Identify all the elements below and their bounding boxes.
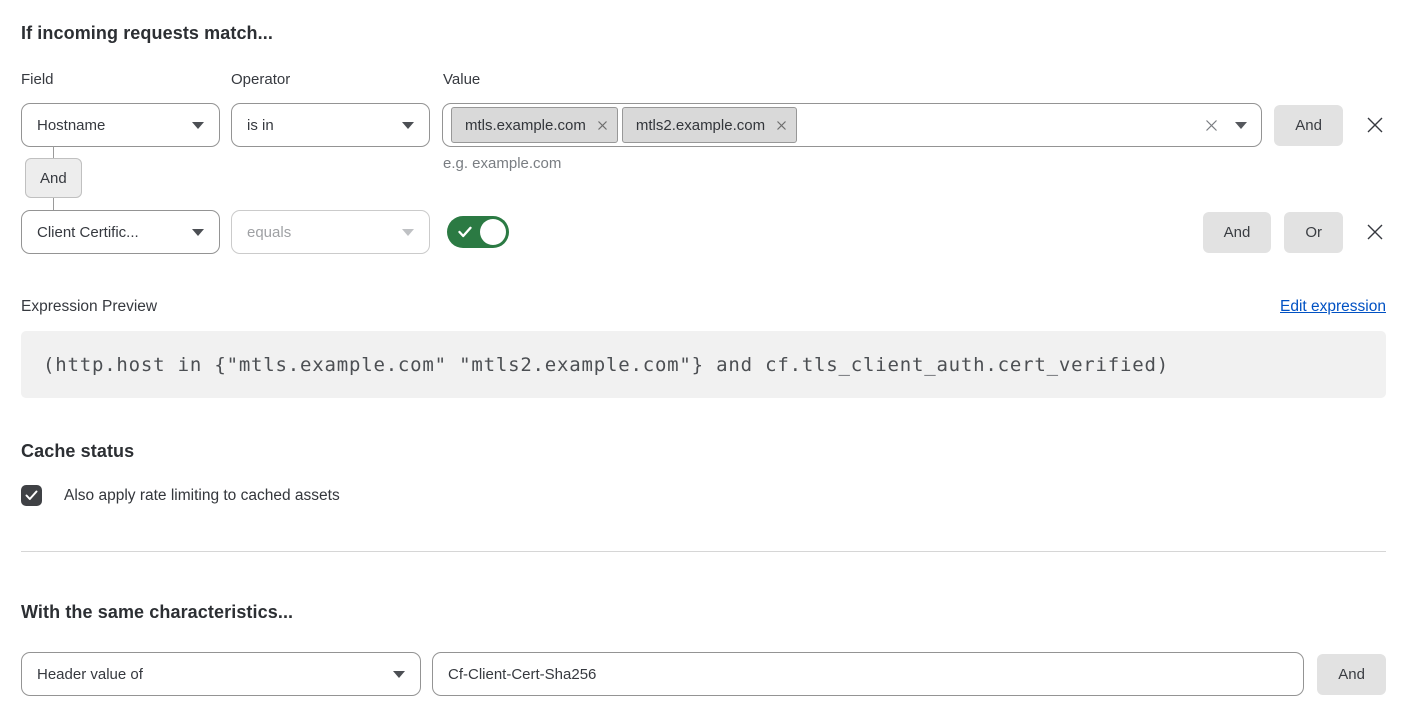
operator-select-1-value: is in (247, 117, 274, 134)
section-divider (21, 551, 1386, 552)
or-condition-button-2[interactable]: Or (1284, 212, 1343, 253)
condition-row-1: Hostname is in mtls.example.com mtls2.ex… (21, 103, 1386, 147)
value-tag-label: mtls2.example.com (636, 117, 765, 134)
cache-status-heading: Cache status (21, 441, 1386, 462)
remove-tag-icon[interactable] (597, 120, 608, 131)
value-tag: mtls2.example.com (622, 107, 797, 143)
cert-verified-toggle[interactable] (447, 216, 509, 248)
value-column-label: Value (443, 71, 1386, 88)
remove-condition-button-1[interactable] (1364, 114, 1386, 136)
expression-preview-header: Expression Preview Edit expression (21, 298, 1386, 316)
field-column-label: Field (21, 71, 231, 88)
characteristics-heading: With the same characteristics... (21, 602, 1386, 623)
add-characteristic-button[interactable]: And (1317, 654, 1386, 695)
cached-assets-checkbox-label: Also apply rate limiting to cached asset… (64, 487, 340, 505)
value-tag-label: mtls.example.com (465, 117, 586, 134)
connector-zone: And e.g. example.com (21, 147, 1386, 210)
expression-preview-label: Expression Preview (21, 298, 157, 316)
chevron-down-icon (393, 671, 405, 678)
builder-column-labels: Field Operator Value (21, 71, 1386, 88)
check-icon (25, 490, 38, 501)
condition-row-2: Client Certific... equals And Or (21, 210, 1386, 254)
clear-values-icon[interactable] (1204, 118, 1219, 133)
and-condition-button-2[interactable]: And (1203, 212, 1272, 253)
chevron-down-icon (402, 229, 414, 236)
characteristics-row: Header value of And (21, 652, 1386, 696)
remove-condition-button-2[interactable] (1364, 221, 1386, 243)
toggle-knob (480, 219, 506, 245)
operator-column-label: Operator (231, 71, 443, 88)
chevron-down-icon (192, 122, 204, 129)
operator-select-2: equals (231, 210, 430, 254)
edit-expression-link[interactable]: Edit expression (1280, 298, 1386, 316)
cached-assets-checkbox[interactable] (21, 485, 42, 506)
value-hint: e.g. example.com (443, 155, 561, 172)
cache-status-checkbox-row: Also apply rate limiting to cached asset… (21, 485, 1386, 506)
chevron-down-icon[interactable] (1235, 122, 1247, 129)
field-select-1-value: Hostname (37, 117, 105, 134)
chevron-down-icon (402, 122, 414, 129)
value-tag: mtls.example.com (451, 107, 618, 143)
field-select-2-value: Client Certific... (37, 224, 139, 241)
remove-tag-icon[interactable] (776, 120, 787, 131)
header-name-input[interactable] (432, 652, 1304, 696)
close-icon (1365, 115, 1385, 135)
operator-select-1[interactable]: is in (231, 103, 430, 147)
and-condition-button-1[interactable]: And (1274, 105, 1343, 146)
characteristic-select[interactable]: Header value of (21, 652, 421, 696)
check-icon (458, 226, 472, 238)
rate-limit-rule-builder: If incoming requests match... Field Oper… (0, 0, 1420, 696)
field-select-2[interactable]: Client Certific... (21, 210, 220, 254)
operator-select-2-value: equals (247, 224, 291, 241)
field-select-1[interactable]: Hostname (21, 103, 220, 147)
connector-and-chip[interactable]: And (25, 158, 82, 198)
characteristic-select-value: Header value of (37, 666, 143, 683)
chevron-down-icon (192, 229, 204, 236)
close-icon (1365, 222, 1385, 242)
match-section-heading: If incoming requests match... (21, 23, 1386, 44)
value-multiselect[interactable]: mtls.example.com mtls2.example.com (442, 103, 1262, 147)
expression-preview-code: (http.host in {"mtls.example.com" "mtls2… (21, 331, 1386, 398)
